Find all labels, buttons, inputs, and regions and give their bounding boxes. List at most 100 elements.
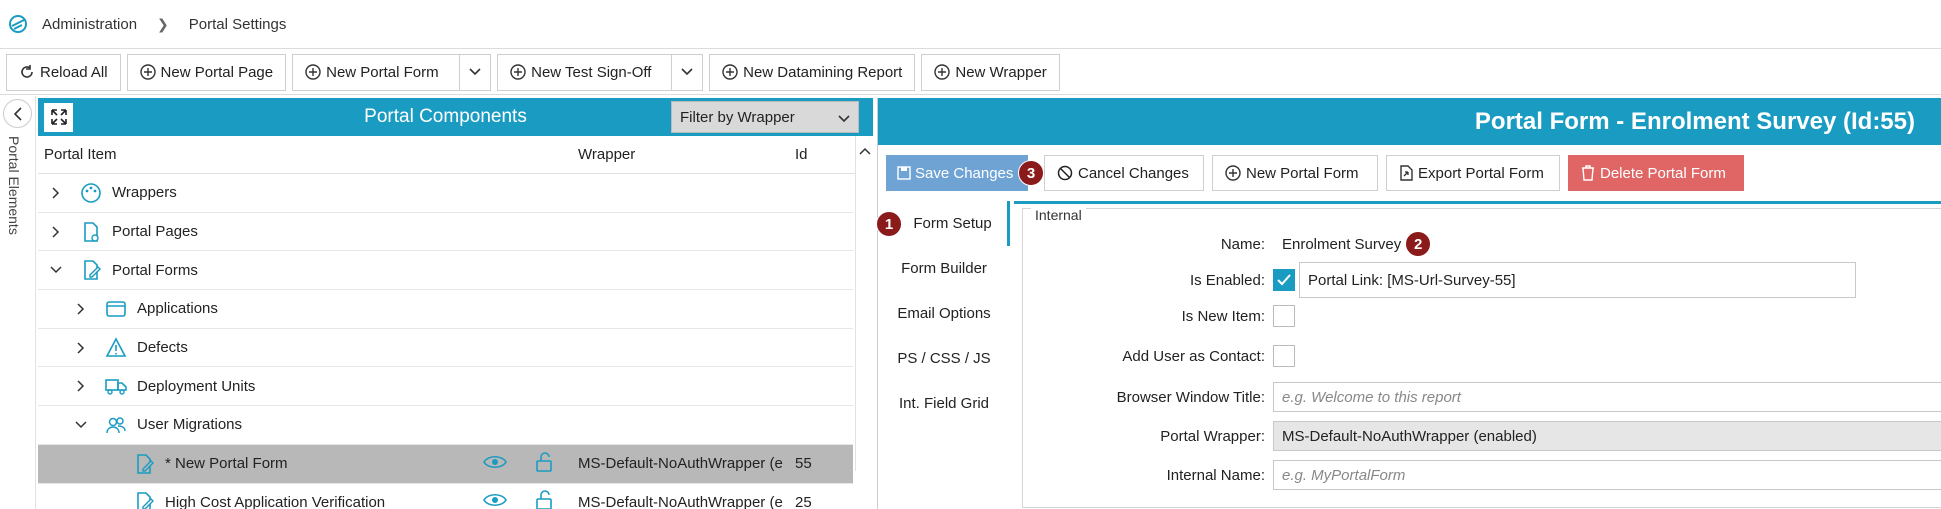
breadcrumb-administration[interactable]: Administration: [42, 16, 137, 33]
chevron-right-icon[interactable]: [73, 342, 89, 354]
tree-scrollbar[interactable]: [855, 136, 873, 471]
unlock-icon[interactable]: [535, 451, 553, 476]
new-datamining-report-button[interactable]: New Datamining Report: [709, 53, 916, 91]
delete-portal-form-button[interactable]: Delete Portal Form: [1568, 155, 1744, 191]
is-new-item-checkbox[interactable]: [1273, 305, 1295, 327]
col-portal-item[interactable]: Portal Item: [44, 146, 117, 163]
plus-circle-icon: [139, 64, 156, 80]
eye-icon[interactable]: [483, 492, 507, 509]
app-logo-icon[interactable]: [8, 14, 28, 34]
tree-row-new-portal-form[interactable]: * New Portal Form MS-Default-NoAuthWrapp…: [38, 444, 853, 484]
tree-row-user-migrations[interactable]: User Migrations: [38, 406, 853, 445]
chevron-down-icon[interactable]: [73, 421, 89, 429]
tree-column-header: Portal Item Wrapper Id: [38, 136, 873, 174]
tree-row-label: Defects: [137, 339, 188, 357]
tree-row-portal-pages[interactable]: Portal Pages: [38, 213, 853, 252]
new-wrapper-button[interactable]: New Wrapper: [921, 53, 1060, 91]
tree-row-wrappers[interactable]: Wrappers: [38, 174, 853, 213]
new-portal-form-button-right[interactable]: New Portal Form: [1212, 155, 1378, 191]
portal-components-header: Portal Components Filter by Wrapper: [38, 98, 873, 136]
tree-row-deployment-units[interactable]: Deployment Units: [38, 367, 853, 407]
tab-form-builder[interactable]: Form Builder: [878, 246, 1010, 291]
internal-group-title: Internal: [1031, 207, 1086, 223]
is-enabled-label: Is Enabled:: [1189, 271, 1265, 289]
tree-row-label: Wrappers: [112, 184, 177, 202]
window-icon: [105, 298, 127, 320]
tree-row-id: 25: [795, 493, 812, 509]
top-bar: Administration ❯ Portal Settings: [0, 0, 1941, 49]
browser-title-row: Browser Window Title: e.g. Welcome to th…: [1023, 382, 1941, 412]
col-wrapper[interactable]: Wrapper: [578, 146, 635, 163]
form-edit-icon: [133, 491, 155, 509]
tree-row-label: High Cost Application Verification: [165, 493, 386, 509]
cancel-icon: [1057, 165, 1073, 181]
new-test-signoff-button[interactable]: New Test Sign-Off: [497, 53, 672, 91]
is-enabled-checkbox[interactable]: [1273, 269, 1295, 291]
portal-link-field[interactable]: Portal Link: [MS-Url-Survey-55]: [1299, 262, 1856, 298]
internal-group: Internal Name: Enrolment Survey 2 Is Ena…: [1022, 207, 1941, 508]
eye-icon[interactable]: [483, 454, 507, 474]
chevron-right-icon[interactable]: [73, 303, 89, 315]
portal-tree: Wrappers Portal Pages Portal Forms Appli…: [38, 174, 873, 509]
browser-title-input[interactable]: e.g. Welcome to this report: [1273, 382, 1941, 412]
plus-circle-icon: [305, 64, 321, 80]
internal-name-label: Internal Name:: [1166, 466, 1265, 484]
warning-icon: [105, 336, 127, 359]
portal-elements-sidebar: Portal Elements: [0, 96, 36, 509]
reload-icon: [19, 64, 35, 80]
export-portal-form-button[interactable]: Export Portal Form: [1386, 155, 1560, 191]
scroll-up-icon[interactable]: [859, 142, 871, 159]
portal-wrapper-label: Portal Wrapper:: [1160, 427, 1265, 445]
collapse-chevron-left-icon[interactable]: [3, 99, 32, 128]
tree-row-defects[interactable]: Defects: [38, 329, 853, 368]
chevron-right-icon[interactable]: [73, 380, 89, 392]
portal-components-title: Portal Components: [364, 106, 527, 127]
cancel-changes-button[interactable]: Cancel Changes: [1044, 155, 1204, 191]
name-field[interactable]: Enrolment Survey 2: [1273, 229, 1941, 259]
internal-name-row: Internal Name: e.g. MyPortalForm: [1023, 460, 1941, 490]
breadcrumb-portal-settings: Portal Settings: [188, 15, 287, 33]
truck-icon: [105, 375, 127, 397]
palette-icon: [80, 182, 102, 204]
chevron-down-icon[interactable]: [48, 266, 64, 274]
tree-row-portal-forms[interactable]: Portal Forms: [38, 251, 853, 291]
name-row: Name: Enrolment Survey 2: [1023, 229, 1941, 259]
new-portal-page-label: New Portal Page: [160, 63, 274, 81]
export-portal-form-label: Export Portal Form: [1418, 164, 1544, 182]
tree-row-label: User Migrations: [137, 416, 243, 434]
new-test-signoff-dropdown-icon[interactable]: [671, 53, 704, 91]
add-user-checkbox[interactable]: [1273, 345, 1295, 367]
main-toolbar: Reload All New Portal Page New Portal Fo…: [0, 50, 1941, 95]
tab-email-options[interactable]: Email Options: [878, 291, 1010, 336]
tree-row-label: Deployment Units: [137, 377, 256, 395]
breadcrumb-chevron-icon: ❯: [157, 15, 169, 32]
save-changes-button[interactable]: Save Changes: [886, 155, 1028, 191]
tab-label: Email Options: [897, 305, 991, 322]
new-portal-form-button[interactable]: New Portal Form: [292, 53, 460, 91]
tree-row-wrapper: MS-Default-NoAuthWrapper (e: [578, 455, 783, 473]
col-id[interactable]: Id: [795, 146, 808, 163]
plus-circle-icon: [1225, 165, 1241, 181]
unlock-icon[interactable]: [535, 490, 553, 509]
tab-int-field-grid[interactable]: Int. Field Grid: [878, 381, 1010, 426]
reload-all-label: Reload All: [40, 63, 108, 81]
is-new-item-row: Is New Item:: [1023, 305, 1941, 327]
internal-name-placeholder: e.g. MyPortalForm: [1282, 466, 1406, 484]
portal-elements-label[interactable]: Portal Elements: [6, 136, 22, 235]
portal-wrapper-select[interactable]: MS-Default-NoAuthWrapper (enabled): [1273, 421, 1941, 451]
new-wrapper-label: New Wrapper: [955, 63, 1047, 81]
portal-wrapper-row: Portal Wrapper: MS-Default-NoAuthWrapper…: [1023, 421, 1941, 451]
reload-all-button[interactable]: Reload All: [6, 53, 121, 91]
new-portal-page-button[interactable]: New Portal Page: [126, 53, 287, 91]
chevron-right-icon[interactable]: [48, 187, 64, 199]
tree-row-high-cost[interactable]: High Cost Application Verification MS-De…: [38, 484, 853, 509]
portal-wrapper-value: MS-Default-NoAuthWrapper (enabled): [1282, 427, 1537, 445]
chevron-right-icon[interactable]: [48, 226, 64, 238]
save-icon: [897, 166, 911, 180]
filter-by-wrapper-select[interactable]: Filter by Wrapper: [671, 101, 859, 133]
tree-row-applications[interactable]: Applications: [38, 290, 853, 329]
internal-name-input[interactable]: e.g. MyPortalForm: [1273, 460, 1941, 490]
new-portal-form-dropdown-icon[interactable]: [459, 53, 492, 91]
users-icon: [105, 414, 127, 436]
tab-ps-css-js[interactable]: PS / CSS / JS: [878, 336, 1010, 381]
